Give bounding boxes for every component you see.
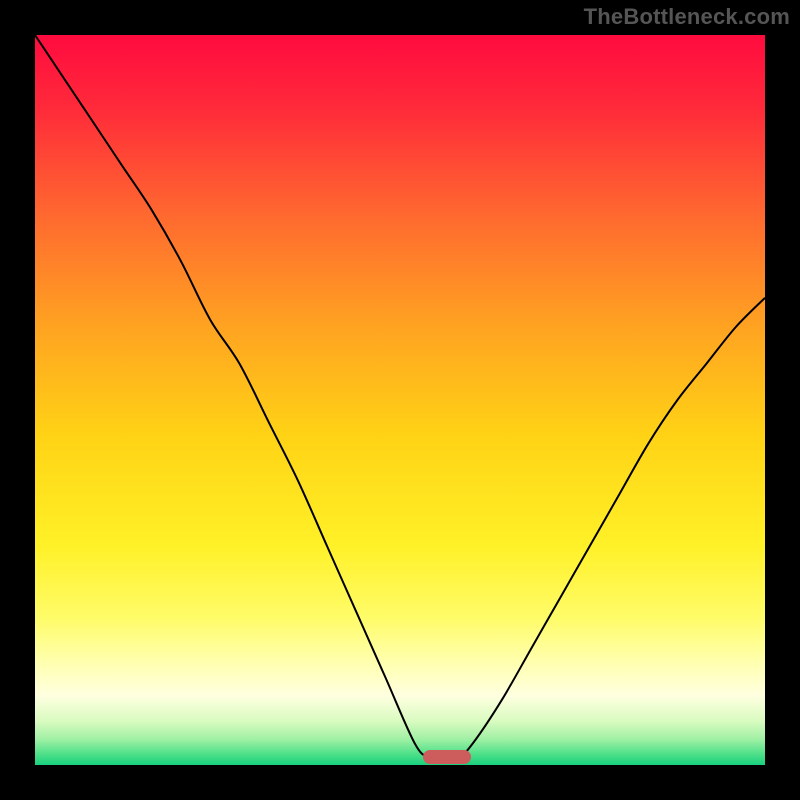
attribution-label: TheBottleneck.com: [584, 4, 790, 30]
bottleneck-curve: [35, 35, 765, 765]
plot-area: [35, 35, 765, 765]
optimal-marker: [423, 750, 471, 764]
chart-frame: TheBottleneck.com: [0, 0, 800, 800]
